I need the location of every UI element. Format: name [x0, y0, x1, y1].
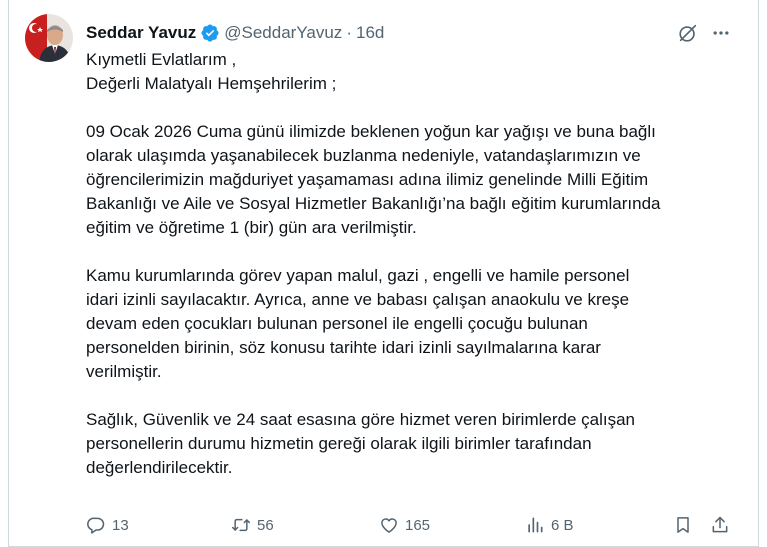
post-text-line: Sağlık, Güvenlik ve 24 saat esasına göre…	[86, 410, 635, 429]
grok-icon[interactable]	[676, 21, 700, 45]
post-text-line: personellerin durumu hizmetin gereği ola…	[86, 434, 592, 453]
verified-badge-icon	[200, 23, 220, 43]
views-icon	[528, 517, 543, 533]
post-header: Seddar Yavuz @SeddarYavuz · 16d	[86, 21, 384, 45]
post-text-line: olarak ulaşımda yaşanabilecek buzlanma n…	[86, 146, 641, 165]
post-text-line: öğrencilerimizin mağduriyet yaşamaması a…	[86, 170, 649, 189]
author-handle[interactable]: @SeddarYavuz	[224, 23, 342, 43]
post-text-line: değerlendirilecektir.	[86, 458, 233, 477]
reply-icon	[87, 517, 105, 534]
share-button[interactable]	[710, 513, 730, 537]
share-icon	[712, 516, 728, 533]
post-text-line: personelden birinin, söz konusu tarihte …	[86, 338, 601, 357]
like-count: 165	[405, 516, 431, 534]
post-text: Kıymetli Evlatlarım , Değerli Malatyalı …	[86, 48, 741, 480]
post-text-line: Bakanlığı ve Aile ve Sosyal Hizmetler Ba…	[86, 194, 661, 213]
reply-button[interactable]: 13	[86, 513, 129, 537]
views-count: 6 B	[551, 516, 574, 534]
post-text-line: Değerli Malatyalı Hemşehrilerim ;	[86, 74, 337, 93]
more-icon[interactable]	[709, 21, 733, 45]
repost-count: 56	[257, 516, 274, 534]
views-button[interactable]: 6 B	[525, 513, 574, 537]
reply-count: 13	[112, 516, 129, 534]
bookmark-button[interactable]	[673, 513, 693, 537]
post-text-line: Kıymetli Evlatlarım ,	[86, 50, 237, 69]
post-text-line: idari izinli sayılacaktır. Ayrıca, anne …	[86, 290, 630, 309]
post-text-line: 09 Ocak 2026 Cuma günü ilimizde beklenen…	[86, 122, 656, 141]
action-bar: 13 56 165 6 B	[86, 513, 736, 537]
post-time[interactable]: 16d	[356, 23, 384, 43]
bookmark-icon	[677, 517, 689, 533]
post-text-line: eğitim ve öğretime 1 (bir) gün ara veril…	[86, 218, 417, 237]
repost-icon	[231, 518, 251, 532]
like-icon	[381, 518, 397, 533]
post-text-line: Kamu kurumlarında görev yapan malul, gaz…	[86, 266, 630, 285]
post-text-line: devam eden çocukları bulunan personel il…	[86, 314, 588, 333]
repost-button[interactable]: 56	[231, 513, 274, 537]
author-name[interactable]: Seddar Yavuz	[86, 23, 196, 43]
post-text-line: verilmiştir.	[86, 362, 162, 381]
separator-dot: ·	[346, 23, 352, 42]
avatar[interactable]	[25, 14, 73, 62]
like-button[interactable]: 165	[379, 513, 430, 537]
